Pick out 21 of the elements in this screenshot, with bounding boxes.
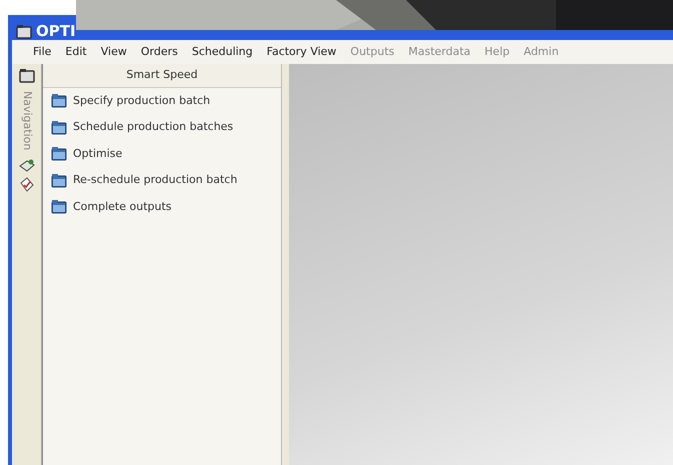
navigation-item[interactable]: Re-schedule production batch xyxy=(43,167,281,194)
menu-item[interactable]: Orders xyxy=(134,44,185,60)
navigation-item[interactable]: Complete outputs xyxy=(43,194,281,220)
navigation-item[interactable]: Schedule production batches xyxy=(43,114,281,140)
menu-item[interactable]: View xyxy=(94,44,134,60)
folder-icon xyxy=(51,93,67,108)
folder-icon[interactable] xyxy=(18,68,34,83)
panel-header: Smart Speed xyxy=(43,64,281,88)
folder-icon xyxy=(51,146,67,162)
folder-icon xyxy=(51,120,67,135)
navigation-item[interactable]: Optimise xyxy=(43,140,281,167)
folder-icon xyxy=(51,172,67,188)
menu-item[interactable]: File xyxy=(26,44,58,60)
menu-item[interactable]: Edit xyxy=(58,44,94,60)
menu-item[interactable]: Factory View xyxy=(260,44,344,60)
navigation-item[interactable]: Specify production batch xyxy=(43,88,281,114)
app-icon xyxy=(16,24,32,39)
checklist-icon[interactable] xyxy=(18,177,34,192)
menu-item[interactable]: Scheduling xyxy=(184,44,260,60)
folder-icon xyxy=(51,199,67,214)
window-title: OPTI xyxy=(36,21,76,42)
